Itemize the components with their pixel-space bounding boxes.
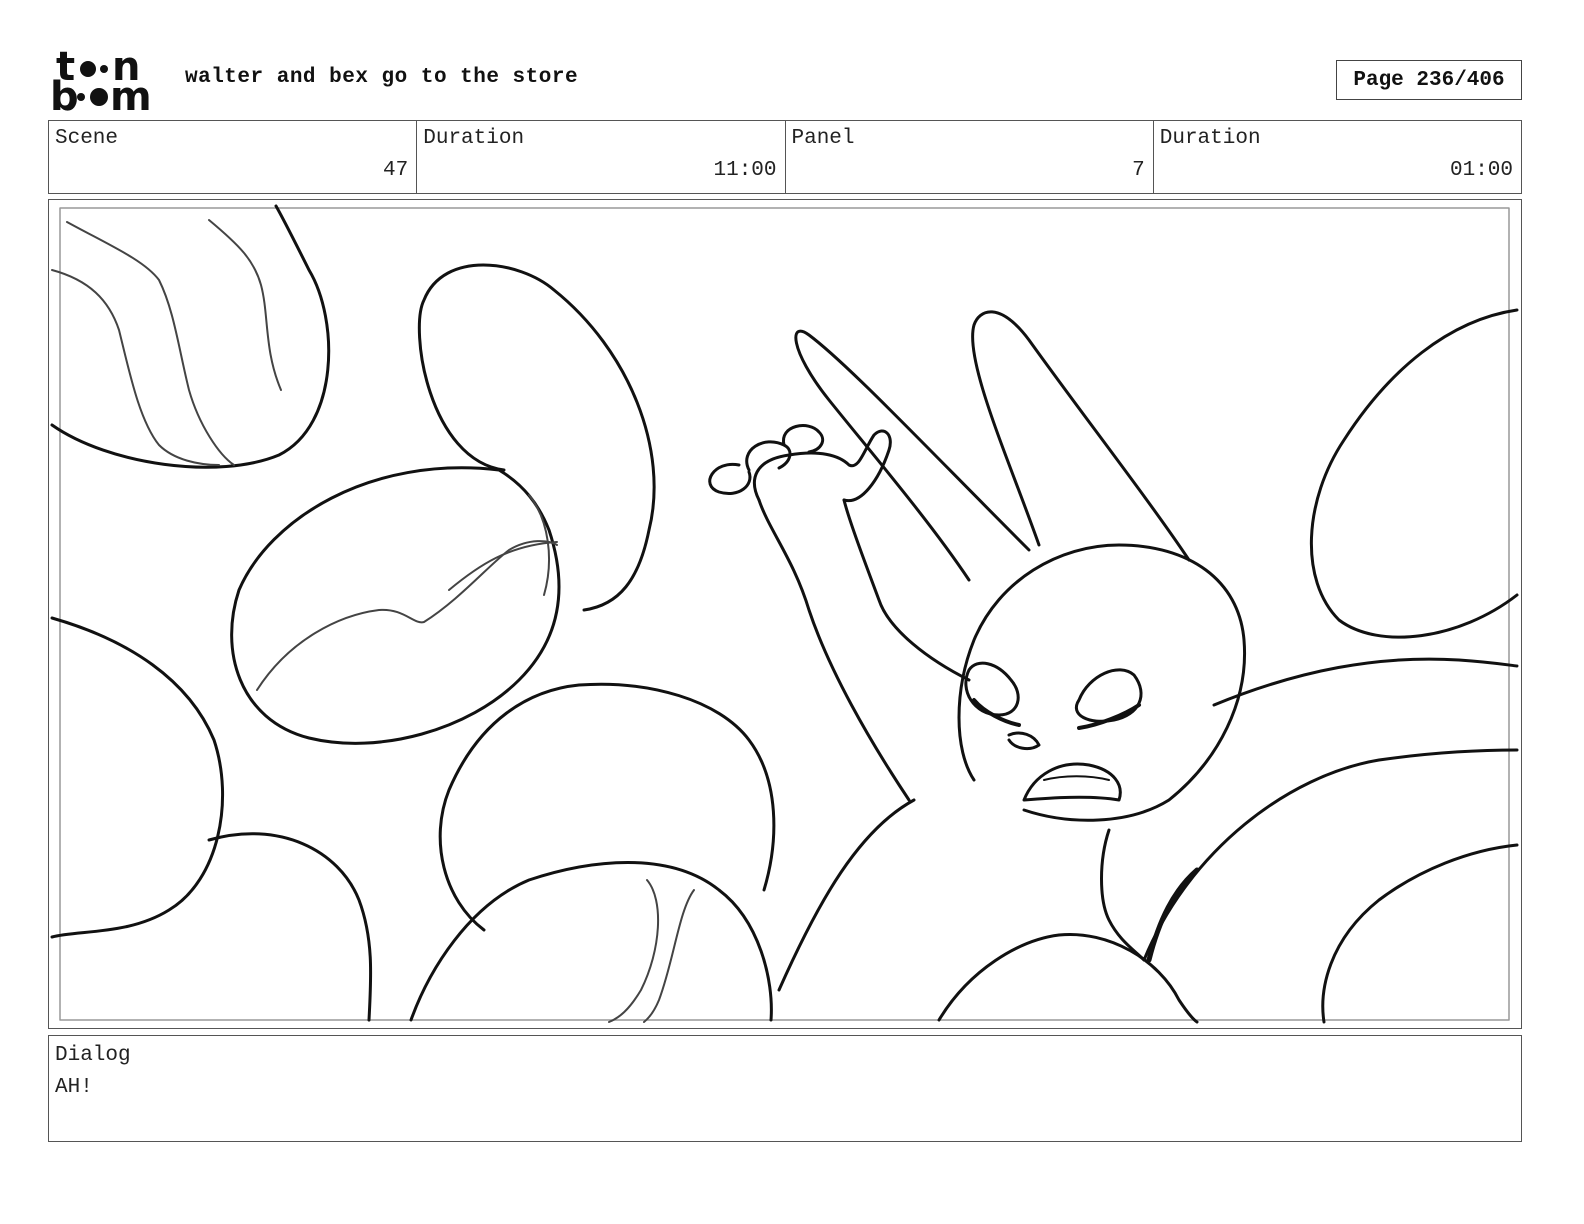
sketch-detail <box>256 540 558 691</box>
sketch-blob-bottom-center <box>937 932 1199 1024</box>
character-mouth <box>1022 762 1122 802</box>
logo-letter-m: m <box>110 74 152 114</box>
panel-sketch <box>50 204 1519 1024</box>
scene-duration-value: 11:00 <box>713 159 777 182</box>
panel-label: Panel <box>791 127 855 150</box>
scene-cell: Scene 47 <box>49 121 418 193</box>
sketch-blob-right-lower <box>1321 843 1519 1024</box>
character-brow-right <box>1077 703 1141 730</box>
scene-label: Scene <box>55 127 119 150</box>
sketch-blob-right-upper <box>1309 308 1519 639</box>
character-body-right <box>1212 657 1519 707</box>
sketch-detail <box>51 269 220 466</box>
safe-area-frame <box>59 207 1510 1021</box>
toon-boom-logo: t n b m <box>50 50 165 114</box>
sketch-blob-bottom-left <box>207 832 373 1022</box>
character-body-left <box>777 798 916 992</box>
panel-value: 7 <box>1132 159 1145 182</box>
scene-duration-label: Duration <box>423 127 525 150</box>
logo-dot <box>80 61 96 77</box>
logo-letter-b: b <box>50 74 79 114</box>
sketch-detail <box>208 219 282 391</box>
logo-dot <box>100 65 108 73</box>
character-arm-right <box>1142 748 1519 962</box>
sketch-blob-top-left <box>50 204 331 469</box>
character-teeth <box>1043 775 1110 781</box>
sketch-blob-left-lower <box>50 616 225 939</box>
logo-dot <box>77 93 85 101</box>
logo-dot <box>90 88 108 106</box>
character-arm-inner <box>842 498 971 682</box>
sketch-detail <box>608 879 660 1023</box>
panel-frame <box>48 199 1522 1029</box>
sketch-detail <box>643 889 695 1023</box>
scene-duration-cell: Duration 11:00 <box>417 121 786 193</box>
character-ear-right <box>971 310 1191 562</box>
dialog-box: Dialog AH! <box>48 1035 1522 1142</box>
storyboard-info-row: Scene 47 Duration 11:00 Panel 7 Duration… <box>48 120 1522 194</box>
character-eye-left <box>964 661 1020 717</box>
sketch-blob-upper-middle <box>417 263 656 612</box>
character-eye-right <box>1075 668 1143 723</box>
sketch-blob-middle-left <box>230 466 561 745</box>
scene-value: 47 <box>383 159 409 182</box>
panel-duration-cell: Duration 01:00 <box>1154 121 1521 193</box>
sketch-detail <box>66 221 235 466</box>
page-indicator: Page 236/406 <box>1336 60 1522 100</box>
page-indicator-text: Page 236/406 <box>1353 68 1505 92</box>
dialog-label: Dialog <box>55 1044 131 1067</box>
character-arm-outer <box>757 498 911 802</box>
character-finger <box>708 462 752 495</box>
character-arm-shade <box>1146 867 1200 963</box>
character-nose <box>1007 731 1041 751</box>
panel-cell: Panel 7 <box>786 121 1154 193</box>
sketch-detail <box>448 541 558 591</box>
panel-duration-value: 01:00 <box>1449 159 1513 182</box>
panel-duration-label: Duration <box>1159 127 1261 150</box>
sketch-blob-center-bottom <box>409 861 773 1022</box>
project-title: walter and bex go to the store <box>185 66 579 89</box>
dialog-text: AH! <box>55 1076 93 1099</box>
